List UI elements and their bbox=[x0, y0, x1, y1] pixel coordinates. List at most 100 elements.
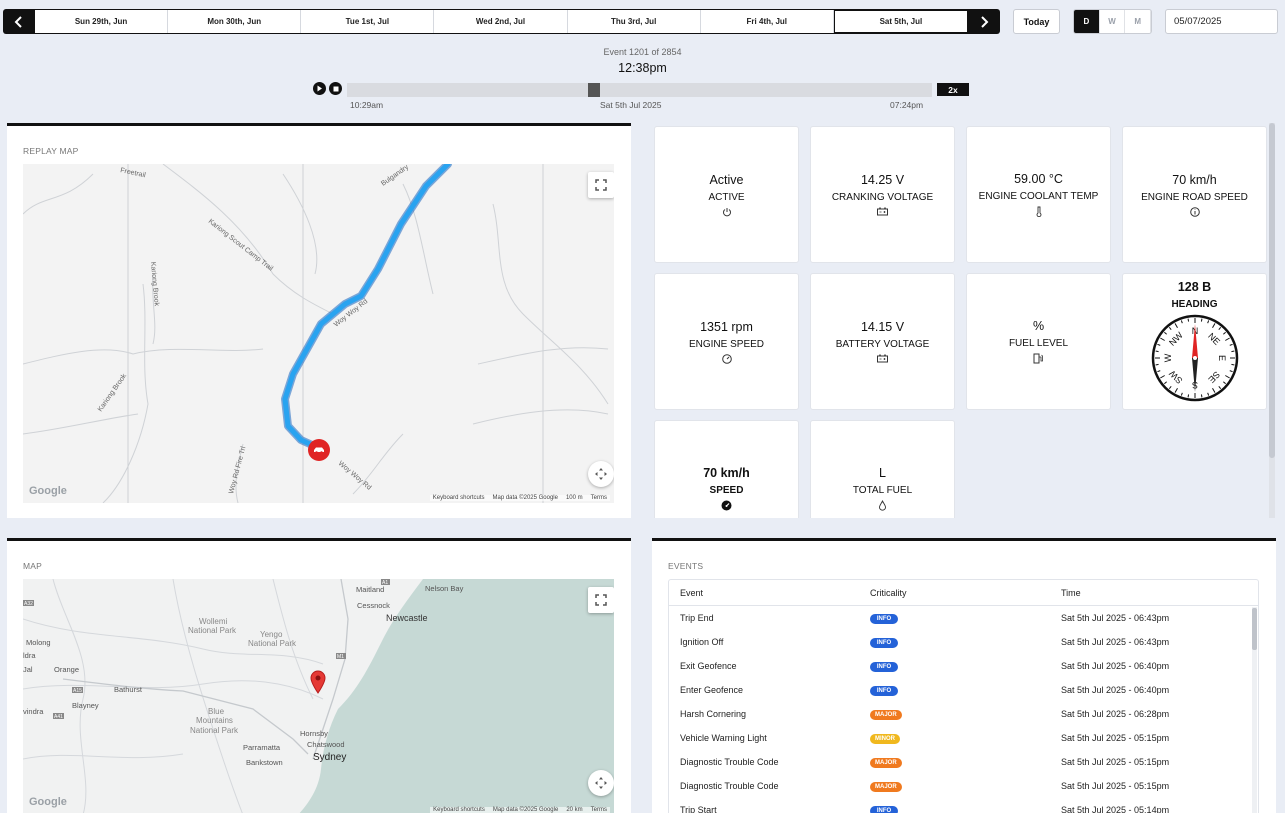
place-label: Bankstown bbox=[246, 758, 283, 767]
move-arrows-icon bbox=[595, 468, 607, 480]
date-field[interactable]: 05/07/2025 bbox=[1165, 9, 1278, 34]
column-header-event[interactable]: Event bbox=[669, 588, 865, 598]
metrics-grid: Active ACTIVE 14.25 V CRANKING VOLTAGE 5… bbox=[654, 126, 1268, 518]
column-header-criticality[interactable]: Criticality bbox=[865, 588, 1061, 598]
place-label: Newcastle bbox=[386, 613, 428, 623]
day-tab[interactable]: Wed 2nd, Jul bbox=[434, 10, 568, 33]
metric-tile-total-fuel: L TOTAL FUEL bbox=[810, 420, 955, 518]
criticality-badge: INFO bbox=[870, 686, 898, 696]
table-row[interactable]: Diagnostic Trouble Code MAJOR Sat 5th Jul … bbox=[669, 750, 1258, 774]
events-scrollbar-thumb[interactable] bbox=[1252, 608, 1257, 650]
place-label: Mountains bbox=[196, 716, 233, 725]
criticality-badge: MAJOR bbox=[870, 782, 902, 792]
replay-timeline-slider[interactable] bbox=[347, 83, 932, 97]
day-tab[interactable]: Thu 3rd, Jul bbox=[567, 10, 701, 33]
play-button[interactable] bbox=[313, 82, 326, 95]
fullscreen-icon bbox=[595, 179, 607, 191]
metric-value: 14.25 V bbox=[860, 173, 905, 187]
place-label: Wollemi bbox=[199, 617, 228, 626]
timeline-date: Sat 5th Jul 2025 bbox=[600, 100, 662, 110]
terms-link[interactable]: Terms bbox=[591, 807, 607, 813]
compass-icon: NNEESESSWWNW bbox=[1151, 314, 1238, 402]
metric-tile-cranking-voltage: 14.25 V CRANKING VOLTAGE bbox=[810, 126, 955, 263]
column-header-time[interactable]: Time bbox=[1061, 588, 1258, 598]
view-mode-week[interactable]: W bbox=[1100, 10, 1126, 33]
criticality-badge: INFO bbox=[870, 806, 898, 813]
criticality-cell: MAJOR bbox=[865, 708, 1061, 720]
table-row[interactable]: Enter Geofence INFO Sat 5th Jul 2025 - 06:… bbox=[669, 678, 1258, 702]
table-row[interactable]: Trip End INFO Sat 5th Jul 2025 - 06:43pm bbox=[669, 606, 1258, 630]
metric-label: FUEL LEVEL bbox=[1008, 338, 1069, 349]
terms-link[interactable]: Terms bbox=[591, 495, 607, 501]
map-label: Kariong Scout Camp Trail bbox=[207, 218, 275, 273]
table-row[interactable]: Ignition Off INFO Sat 5th Jul 2025 - 06:43… bbox=[669, 630, 1258, 654]
place-label: Bathurst bbox=[114, 685, 143, 694]
recenter-button[interactable] bbox=[588, 770, 614, 796]
view-mode-month[interactable]: M bbox=[1125, 10, 1151, 33]
play-icon bbox=[317, 85, 322, 92]
fullscreen-button[interactable] bbox=[588, 587, 614, 613]
event-time: Sat 5th Jul 2025 - 06:43pm bbox=[1061, 613, 1170, 623]
map-label: Kariong Brook bbox=[97, 372, 128, 413]
recenter-button[interactable] bbox=[588, 461, 614, 487]
today-button[interactable]: Today bbox=[1013, 9, 1060, 34]
timeline-end-time: 07:24pm bbox=[890, 100, 924, 110]
compass-tick bbox=[1230, 363, 1234, 366]
map-label: Bulgandry bbox=[380, 164, 410, 188]
vehicle-marker[interactable] bbox=[308, 439, 330, 461]
event-name: Diagnostic Trouble Code bbox=[680, 781, 779, 791]
table-row[interactable]: Diagnostic Trouble Code MAJOR Sat 5th Jul … bbox=[669, 774, 1258, 798]
replay-map[interactable]: Freetrail Bulgandry Kariong Scout Camp T… bbox=[23, 164, 614, 503]
chevron-right-icon bbox=[981, 15, 989, 28]
table-row[interactable]: Harsh Cornering MAJOR Sat 5th Jul 2025 - 0… bbox=[669, 702, 1258, 726]
metrics-scrollbar-thumb[interactable] bbox=[1269, 123, 1275, 458]
day-tab[interactable]: Tue 1st, Jul bbox=[301, 10, 435, 33]
event-name: Diagnostic Trouble Code bbox=[680, 757, 779, 767]
battery-icon bbox=[877, 354, 888, 363]
metric-label: ENGINE ROAD SPEED bbox=[1141, 191, 1248, 203]
stop-icon bbox=[333, 86, 338, 91]
table-row[interactable]: Trip Start INFO Sat 5th Jul 2025 - 05:14pm bbox=[669, 798, 1258, 813]
day-tab[interactable]: Sun 29th, Jun bbox=[35, 10, 169, 33]
criticality-badge: MAJOR bbox=[870, 758, 902, 768]
event-name: Ignition Off bbox=[680, 637, 724, 647]
map-data-text: Map data ©2025 Google bbox=[492, 495, 558, 501]
event-time: Sat 5th Jul 2025 - 06:40pm bbox=[1061, 685, 1170, 695]
playback-speed-button[interactable]: 2x bbox=[937, 83, 969, 96]
region-map[interactable]: Maitland Nelson Bay Cessnock Newcastle W… bbox=[23, 579, 614, 813]
metric-label: HEADING bbox=[1171, 299, 1218, 310]
stop-button[interactable] bbox=[329, 82, 342, 95]
timeline-thumb[interactable] bbox=[588, 83, 600, 97]
criticality-cell: INFO bbox=[865, 612, 1061, 624]
day-tab[interactable]: Fri 4th, Jul bbox=[700, 10, 834, 33]
place-label: Nelson Bay bbox=[425, 584, 464, 593]
metric-value: 59.00 °C bbox=[1014, 172, 1063, 186]
metrics-scrollbar[interactable] bbox=[1269, 123, 1275, 518]
keyboard-shortcuts-link[interactable]: Keyboard shortcuts bbox=[433, 495, 485, 501]
table-row[interactable]: Exit Geofence INFO Sat 5th Jul 2025 - 06:4… bbox=[669, 654, 1258, 678]
metric-label: TOTAL FUEL bbox=[852, 485, 913, 496]
metric-tile-engine-speed: 1351 rpm ENGINE SPEED bbox=[654, 273, 799, 410]
compass-tick bbox=[1200, 318, 1202, 322]
next-week-button[interactable] bbox=[968, 9, 1000, 34]
metric-tile-speed: 70 km/h SPEED bbox=[654, 420, 799, 518]
metric-value: 70 km/h bbox=[1172, 172, 1217, 187]
previous-week-button[interactable] bbox=[3, 9, 35, 34]
replay-map-title: REPLAY MAP bbox=[23, 146, 79, 156]
place-label: Chatswood bbox=[307, 740, 345, 749]
day-tab[interactable]: Mon 30th, Jun bbox=[168, 10, 302, 33]
events-scrollbar[interactable] bbox=[1252, 607, 1257, 813]
event-time: Sat 5th Jul 2025 - 05:15pm bbox=[1061, 733, 1170, 743]
place-label: National Park bbox=[248, 639, 297, 648]
event-counter: Event 1201 of 2854 bbox=[603, 47, 682, 57]
keyboard-shortcuts-link[interactable]: Keyboard shortcuts bbox=[433, 807, 485, 813]
fullscreen-button[interactable] bbox=[588, 172, 614, 198]
map-label: Kariong Brook bbox=[149, 262, 160, 307]
criticality-cell: INFO bbox=[865, 660, 1061, 672]
location-pin[interactable] bbox=[310, 670, 326, 699]
view-mode-day[interactable]: D bbox=[1074, 10, 1100, 33]
speedometer-icon bbox=[721, 500, 732, 511]
car-icon bbox=[314, 447, 324, 454]
table-row[interactable]: Vehicle Warning Light MINOR Sat 5th Jul 20… bbox=[669, 726, 1258, 750]
day-tab-selected[interactable]: Sat 5th, Jul bbox=[833, 10, 968, 33]
